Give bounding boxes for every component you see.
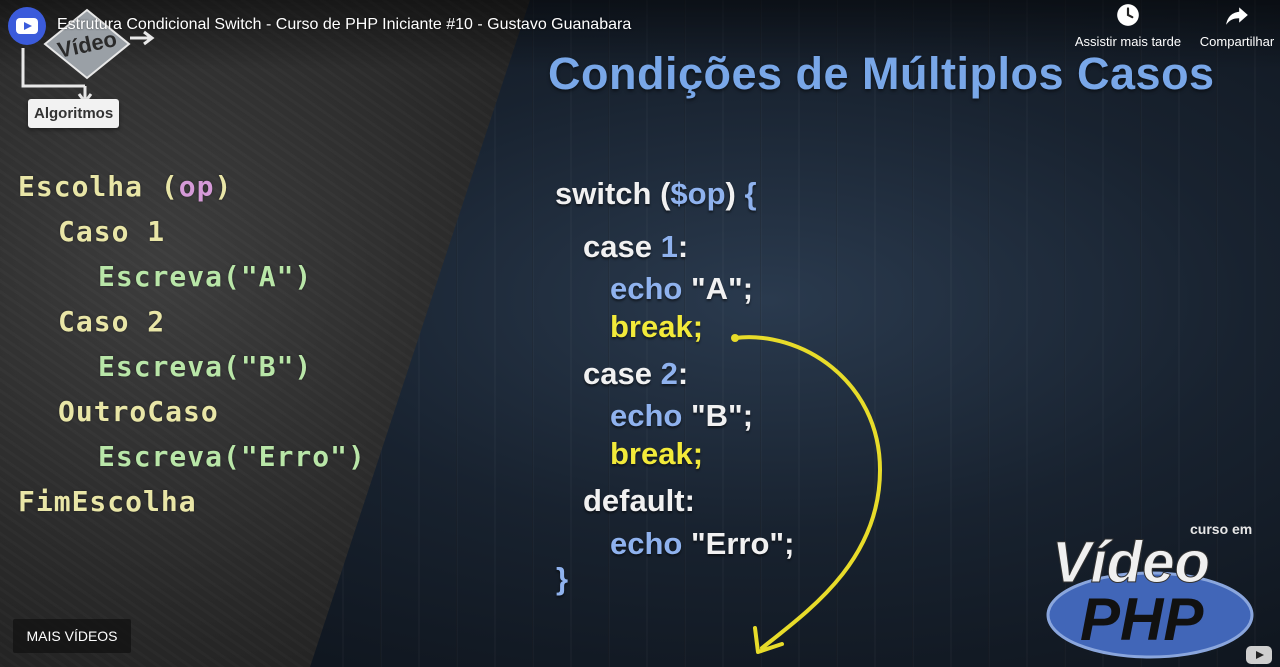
youtube-logo-icon[interactable] [1246,646,1272,664]
curso-em-video-php-logo-icon: curso em Vídeo PHP [1046,521,1254,659]
more-videos-button[interactable]: MAIS VÍDEOS [13,619,131,653]
logo-php-text: PHP [1080,586,1204,653]
video-player[interactable]: Vídeo Algoritmos Estrutura Condicional S… [0,0,1280,667]
